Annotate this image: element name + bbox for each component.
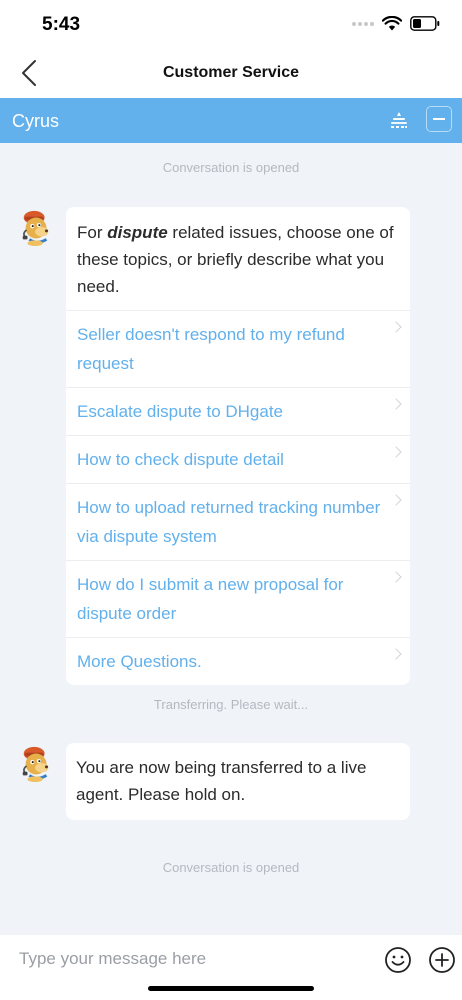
topic-item[interactable]: Escalate dispute to DHgate: [66, 387, 410, 435]
topic-item[interactable]: How do I submit a new proposal for dispu…: [66, 560, 410, 637]
rate-icon: [391, 112, 407, 128]
chevron-right-icon: [390, 321, 402, 333]
chat-area[interactable]: Conversation is opened For dispute relat…: [0, 143, 462, 935]
message-prefix: For: [77, 223, 108, 242]
status-icons: [352, 16, 440, 31]
agent-avatar: [22, 210, 49, 247]
topic-item[interactable]: Seller doesn't respond to my refund requ…: [66, 310, 410, 387]
agent-message-text: You are now being transferred to a live …: [76, 758, 367, 804]
agent-avatar: [22, 746, 49, 783]
smiley-icon: [385, 947, 411, 973]
topic-item[interactable]: How to upload returned tracking number v…: [66, 483, 410, 560]
agent-message-bubble: You are now being transferred to a live …: [66, 743, 410, 820]
emoji-button[interactable]: [384, 946, 412, 974]
cellular-signal-icon: [352, 21, 374, 26]
chevron-right-icon: [390, 648, 402, 660]
nav-bar: Customer Service: [0, 48, 462, 98]
agent-name: Cyrus: [12, 111, 60, 131]
system-message-transferring: Transferring. Please wait...: [153, 697, 309, 712]
chevron-right-icon: [390, 494, 402, 506]
minimize-button[interactable]: [426, 106, 452, 132]
message-keyword: dispute: [107, 223, 168, 242]
plus-icon: [429, 947, 455, 973]
message-input[interactable]: [0, 935, 370, 983]
chevron-right-icon: [390, 571, 402, 583]
status-time: 5:43: [42, 14, 81, 35]
rate-button[interactable]: [388, 110, 410, 132]
minus-icon: [433, 118, 445, 120]
agent-message-bubble: For dispute related issues, choose one o…: [66, 207, 410, 685]
system-message-opened: Conversation is opened: [162, 160, 300, 175]
status-bar: 5:43: [0, 0, 462, 48]
wifi-icon: [382, 16, 402, 31]
add-attachment-button[interactable]: [428, 946, 456, 974]
chevron-right-icon: [390, 398, 402, 410]
agent-message-text: For dispute related issues, choose one o…: [66, 207, 410, 310]
home-indicator: [148, 986, 314, 991]
chevron-right-icon: [390, 446, 402, 458]
system-message-opened: Conversation is opened: [162, 860, 300, 875]
battery-icon: [410, 16, 440, 31]
agent-header: Cyrus: [0, 98, 462, 143]
message-input-bar: [0, 935, 462, 1000]
page-title: Customer Service: [162, 64, 300, 81]
topic-item[interactable]: How to check dispute detail: [66, 435, 410, 483]
topic-item[interactable]: More Questions.: [66, 637, 410, 685]
